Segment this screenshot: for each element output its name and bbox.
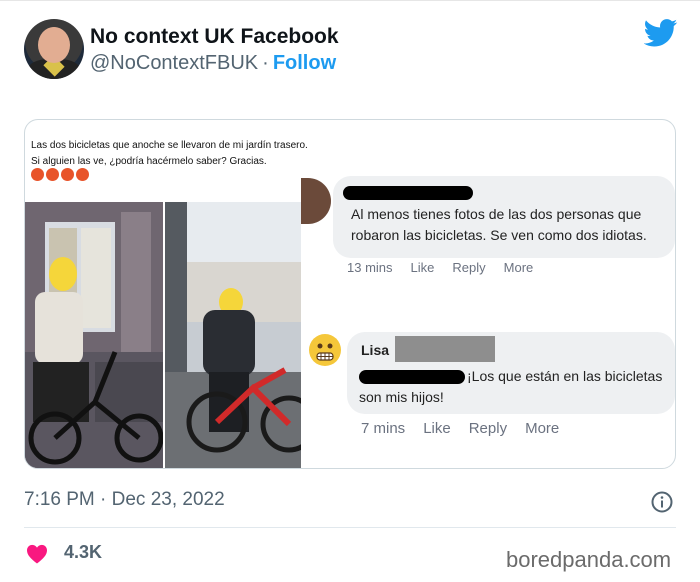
twitter-bird-icon[interactable] xyxy=(644,19,678,47)
grimace-emoji-avatar[interactable] xyxy=(309,334,341,366)
post-line-1: Las dos bicicletas que anoche se llevaro… xyxy=(31,140,308,151)
like-count[interactable]: 4.3K xyxy=(64,542,102,563)
display-name[interactable]: No context UK Facebook xyxy=(90,25,339,49)
handle-row: @NoContextFBUK · Follow xyxy=(90,52,336,75)
comment-more-button[interactable]: More xyxy=(525,420,559,437)
angry-emoji-icon xyxy=(31,168,44,181)
footer-divider xyxy=(24,527,676,528)
tweet-card: No context UK Facebook @NoContextFBUK · Fo… xyxy=(0,0,700,582)
comment-author[interactable]: Lisa xyxy=(361,340,389,361)
comment-time: 7 mins xyxy=(361,420,406,437)
comment-text-line-1: Al menos tienes fotos de las dos persona… xyxy=(351,206,642,222)
tweet-timestamp[interactable]: 7:16 PM · Dec 23, 2022 xyxy=(24,489,225,511)
comment-text-line-2: robaron las bicicletas. Se ven como dos … xyxy=(351,227,647,243)
comment-time: 13 mins xyxy=(347,260,393,275)
watermark: boredpanda.com xyxy=(506,547,672,572)
comment-like-button[interactable]: Like xyxy=(423,420,451,437)
redacted-name xyxy=(343,186,473,200)
profile-avatar[interactable] xyxy=(24,19,84,79)
commenter-avatar[interactable] xyxy=(301,178,331,224)
redacted-text xyxy=(359,370,465,384)
comment-reply-button[interactable]: Reply xyxy=(469,420,507,437)
comment-reply-button[interactable]: Reply xyxy=(452,260,485,275)
redacted-surname xyxy=(395,336,495,362)
media-image[interactable]: Las dos bicicletas que anoche se llevaro… xyxy=(24,119,676,469)
indoor-bike-photo xyxy=(25,202,163,468)
outdoor-bike-photo xyxy=(165,202,301,468)
comment-like-button[interactable]: Like xyxy=(411,260,435,275)
angry-emoji-icon xyxy=(76,168,89,181)
follow-button[interactable]: Follow xyxy=(273,52,336,74)
comment-text-line-2: son mis hijos! xyxy=(359,389,444,405)
info-icon[interactable] xyxy=(650,490,674,514)
original-post: Las dos bicicletas que anoche se llevaro… xyxy=(31,138,308,170)
comment-actions: 13 mins Like Reply More xyxy=(347,260,533,275)
comment-more-button[interactable]: More xyxy=(504,260,534,275)
comment-text-line-1: ¡Los que están en las bicicletas xyxy=(467,368,663,384)
account-handle[interactable]: @NoContextFBUK xyxy=(90,52,258,74)
comment-actions: 7 mins Like Reply More xyxy=(361,420,559,437)
angry-emoji-row xyxy=(31,168,89,181)
angry-emoji-icon xyxy=(61,168,74,181)
angry-emoji-icon xyxy=(46,168,59,181)
separator: · xyxy=(262,52,269,74)
heart-icon[interactable] xyxy=(26,544,48,564)
